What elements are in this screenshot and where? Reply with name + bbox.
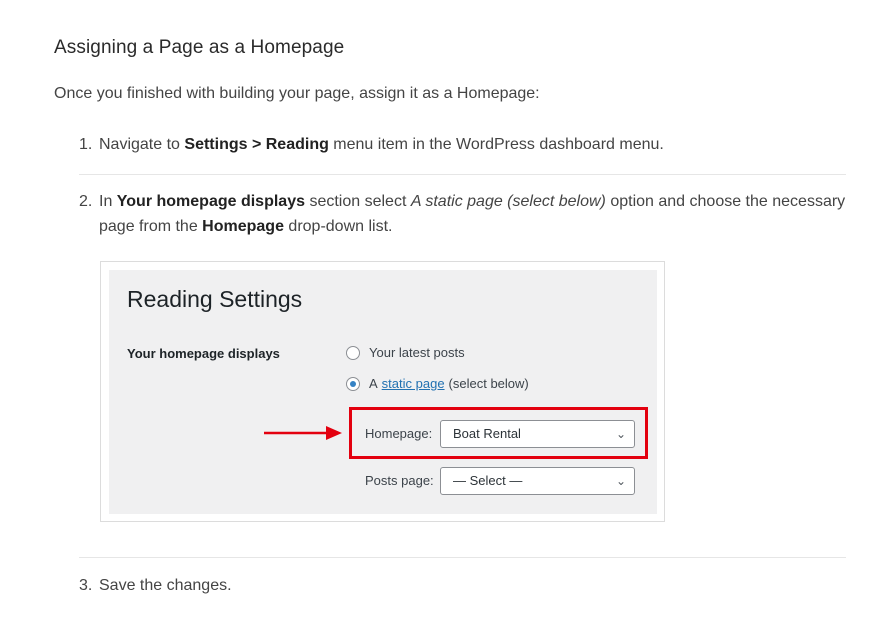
chevron-down-icon: ⌄: [615, 427, 626, 441]
posts-page-select[interactable]: — Select — ⌄: [440, 467, 635, 495]
chevron-down-icon: ⌄: [615, 474, 626, 488]
homepage-displays-label: Your homepage displays: [127, 346, 280, 361]
red-arrow-icon: [264, 426, 342, 440]
homepage-select[interactable]: Boat Rental ⌄: [440, 420, 635, 448]
static-page-option[interactable]: A static page (select below): [346, 376, 529, 391]
reading-settings-screenshot: Reading Settings Your homepage displays …: [100, 261, 665, 522]
step-1-emphasis: Settings > Reading: [184, 136, 329, 153]
settings-panel: Reading Settings Your homepage displays …: [109, 270, 657, 514]
latest-posts-option[interactable]: Your latest posts: [346, 345, 465, 360]
separator: [79, 557, 846, 558]
step-number: 2.: [79, 193, 93, 210]
step-3: 3. Save the changes.: [79, 573, 232, 598]
section-heading: Assigning a Page as a Homepage: [54, 37, 345, 58]
reading-settings-title: Reading Settings: [127, 286, 303, 312]
step-2: 2. In Your homepage displays section sele…: [79, 189, 849, 239]
step-number: 1.: [79, 136, 93, 153]
static-page-link[interactable]: static page: [382, 376, 445, 391]
intro-text: Once you finished with building your pag…: [54, 85, 540, 102]
radio-checked[interactable]: [346, 376, 360, 391]
step-1: 1. Navigate to Settings > Reading menu it…: [79, 132, 664, 157]
step-number: 3.: [79, 577, 93, 594]
homepage-label: Homepage:: [365, 426, 433, 441]
radio-unchecked[interactable]: [346, 345, 360, 360]
separator: [79, 174, 846, 175]
posts-page-label: Posts page:: [365, 473, 434, 488]
